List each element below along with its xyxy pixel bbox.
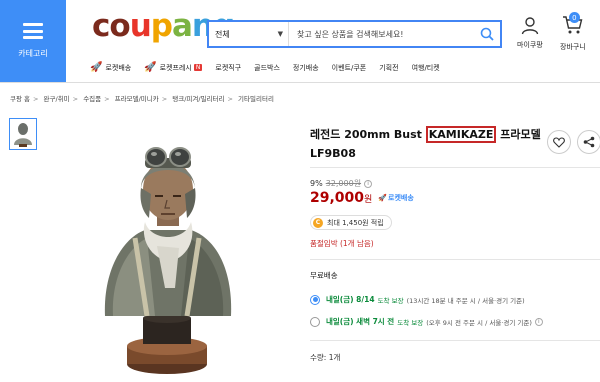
hamburger-icon (23, 23, 43, 39)
sale-price: 29,000원 (310, 190, 373, 206)
product-main-image (95, 138, 245, 378)
nav-item-travel[interactable]: 여행/티켓 (412, 63, 440, 73)
cart-label: 장바구니 (560, 43, 586, 51)
shipping-option[interactable]: 내일(금) 새벽 7시 전 도착 보장 (오후 9시 전 주문 시 / 서울·경… (310, 316, 543, 327)
my-coupang-button[interactable]: 마이쿠팡 (517, 15, 543, 50)
product-model-code: LF9B08 (310, 147, 356, 160)
main-nav: 🚀 로켓배송 🚀 로켓프레시 N 로켓직구 골드박스 정기배송 이벤트/쿠폰 기획전 … (90, 62, 453, 73)
original-price: 32,000원 (325, 179, 362, 188)
product-title-highlight: KAMIKAZE (425, 126, 497, 143)
breadcrumb-item[interactable]: 수집품 (83, 95, 101, 103)
arrival-guarantee: 도착 보장 (377, 296, 404, 305)
share-button[interactable] (577, 130, 600, 154)
nav-item-goldbox[interactable]: 골드박스 (254, 63, 280, 73)
new-badge: N (193, 64, 203, 71)
breadcrumb: 쿠팡 홈 > 완구/취미 > 수집품 > 프라모델/미니카 > 탱크/피겨/밀리터리 > … (10, 95, 274, 103)
section-divider (310, 340, 600, 341)
quantity-label: 수량: 1개 (310, 353, 341, 362)
product-thumbnail[interactable] (9, 118, 37, 150)
cart-button[interactable]: 0 장바구니 (560, 12, 586, 52)
nav-item-rocket-fresh[interactable]: 🚀 로켓프레시 N (144, 62, 203, 73)
wishlist-button[interactable] (547, 130, 571, 154)
person-icon (521, 17, 539, 35)
my-coupang-label: 마이쿠팡 (517, 41, 543, 49)
arrival-guarantee: 도착 보장 (397, 318, 424, 327)
info-icon[interactable]: i (364, 179, 373, 188)
discount-rate: 9% (310, 179, 323, 188)
product-title: 레전드 200mm Bust KAMIKAZE 프라모델 LF9B08 (310, 125, 545, 163)
shipping-title: 무료배송 (310, 271, 338, 280)
action-buttons (547, 130, 600, 154)
discount-row: 9% 32,000원 i (310, 178, 373, 189)
rocket-icon: 🚀 (90, 62, 103, 73)
coin-icon: C (313, 217, 323, 228)
product-title-prefix: 레전드 200mm Bust (310, 128, 426, 141)
price-row: 29,000원 🚀 로켓배송 (310, 190, 414, 206)
breadcrumb-item[interactable]: 탱크/피겨/밀리터리 (172, 95, 224, 103)
nav-item-rocket-delivery[interactable]: 🚀 로켓배송 (90, 62, 131, 73)
product-title-suffix: 프라모델 (496, 128, 541, 141)
breadcrumb-item[interactable]: 쿠팡 홈 (10, 95, 30, 103)
nav-item-events[interactable]: 이벤트/쿠폰 (332, 63, 367, 73)
category-label: 카테고리 (18, 49, 48, 58)
cashback-badge: C 최대 1,450원 적립 (310, 215, 392, 230)
arrival-date: 내일(금) 새벽 7시 전 (326, 317, 395, 326)
arrival-condition: (13시간 18분 내 주문 시 / 서울·경기 기준) (406, 296, 525, 305)
search-category-select[interactable]: 전체 ▼ (209, 22, 289, 46)
breadcrumb-item[interactable]: 프라모델/미니카 (115, 95, 159, 103)
stock-status: 품절임박 (1개 남음) (310, 239, 374, 248)
shipping-radio[interactable] (310, 294, 320, 305)
shipping-option[interactable]: 내일(금) 8/14 도착 보장 (13시간 18분 내 주문 시 / 서울·경… (310, 294, 525, 305)
share-icon (583, 136, 595, 148)
search-category-value: 전체 (215, 29, 230, 39)
search-icon[interactable] (474, 27, 500, 41)
info-icon[interactable]: i (534, 317, 543, 326)
breadcrumb-item[interactable]: 완구/취미 (44, 95, 70, 103)
search-input[interactable] (289, 29, 474, 39)
nav-item-promotions[interactable]: 기획전 (379, 63, 398, 73)
arrival-date: 내일(금) 8/14 (326, 295, 375, 304)
cashback-text: 최대 1,450원 적립 (327, 218, 384, 227)
section-divider (310, 167, 600, 168)
cart-count-badge: 0 (568, 12, 580, 23)
fresh-rocket-icon: 🚀 (144, 62, 157, 73)
header-divider (0, 82, 600, 83)
rocket-icon: 🚀 (378, 194, 388, 202)
category-menu-button[interactable]: 카테고리 (0, 0, 66, 82)
heart-icon (553, 136, 565, 148)
arrival-condition: (오후 9시 전 주문 시 / 서울·경기 기준) (426, 318, 532, 327)
shipping-radio[interactable] (310, 316, 320, 327)
nav-item-subscription[interactable]: 정기배송 (293, 63, 319, 73)
section-divider (310, 259, 600, 260)
breadcrumb-item[interactable]: 기타밀리터리 (238, 95, 274, 103)
nav-item-rocket-direct[interactable]: 로켓직구 (215, 63, 241, 73)
chevron-down-icon: ▼ (277, 30, 283, 38)
search-bar: 전체 ▼ (207, 20, 502, 48)
rocket-delivery-badge: 🚀 로켓배송 (378, 194, 414, 202)
